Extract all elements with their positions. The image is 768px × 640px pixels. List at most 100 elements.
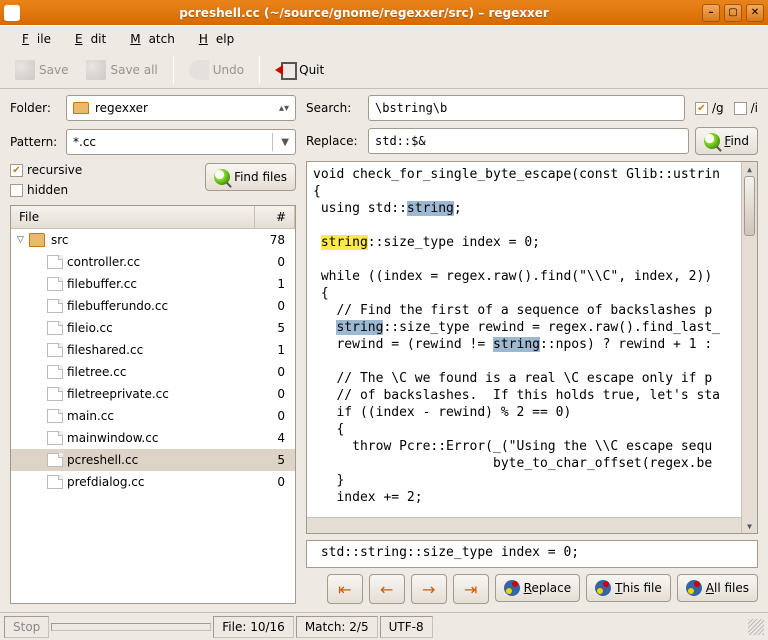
- folder-label: Folder:: [10, 101, 60, 115]
- hidden-checkbox[interactable]: hidden: [10, 183, 82, 197]
- quit-button[interactable]: Quit: [268, 55, 331, 85]
- titlebar: pcreshell.cc (~/source/gnome/regexxer/sr…: [0, 0, 768, 25]
- quit-icon: [275, 60, 295, 80]
- checkbox-icon: [734, 102, 747, 115]
- file-icon: [47, 365, 63, 379]
- vertical-scrollbar[interactable]: ▲▼: [741, 162, 757, 533]
- file-row[interactable]: filebufferundo.cc0: [11, 295, 295, 317]
- replace-preview: std::string::size_type index = 0;: [306, 540, 758, 568]
- replace-button[interactable]: Replace: [495, 574, 580, 602]
- stop-button[interactable]: Stop: [4, 616, 49, 638]
- scroll-down-icon[interactable]: ▼: [742, 519, 757, 533]
- status-encoding: UTF-8: [380, 616, 433, 638]
- file-icon: [47, 255, 63, 269]
- status-file: File: 10/16: [213, 616, 294, 638]
- all-files-button[interactable]: All files: [677, 574, 758, 602]
- scroll-up-icon[interactable]: ▲: [742, 162, 757, 176]
- replace-icon: [595, 580, 611, 596]
- pattern-value: *.cc: [73, 135, 96, 149]
- folder-icon: [29, 233, 45, 247]
- app-icon: [4, 5, 20, 21]
- file-row[interactable]: pcreshell.cc5: [11, 449, 295, 471]
- status-bar: Stop File: 10/16 Match: 2/5 UTF-8: [0, 612, 768, 640]
- file-icon: [47, 343, 63, 357]
- undo-icon: [189, 60, 209, 80]
- pattern-label: Pattern:: [10, 135, 60, 149]
- checkbox-icon: [10, 184, 23, 197]
- nav-prev-button[interactable]: ←: [369, 574, 405, 604]
- save-button[interactable]: Save: [8, 55, 75, 85]
- window-title: pcreshell.cc (~/source/gnome/regexxer/sr…: [26, 6, 702, 20]
- this-file-button[interactable]: This file: [586, 574, 671, 602]
- find-files-button[interactable]: Find files: [205, 163, 296, 191]
- horizontal-scrollbar[interactable]: [307, 517, 741, 533]
- file-icon: [47, 453, 63, 467]
- minimize-button[interactable]: –: [702, 4, 720, 22]
- menu-bar: File Edit Match Help: [0, 25, 768, 51]
- saveall-icon: [86, 60, 106, 80]
- maximize-button[interactable]: ▢: [724, 4, 742, 22]
- file-row[interactable]: mainwindow.cc4: [11, 427, 295, 449]
- scrollbar-thumb[interactable]: [744, 176, 755, 236]
- status-spacer: [51, 623, 211, 631]
- nav-last-button[interactable]: ⇥: [453, 574, 489, 604]
- file-row[interactable]: controller.cc0: [11, 251, 295, 273]
- replace-icon: [504, 580, 520, 596]
- search-input[interactable]: [368, 95, 685, 121]
- menu-help[interactable]: Help: [183, 28, 242, 50]
- folder-icon: [73, 102, 89, 114]
- file-icon: [47, 299, 63, 313]
- file-icon: [47, 431, 63, 445]
- left-pane: Folder: regexxer ▴▾ Pattern: *.cc ▼ recu…: [0, 89, 302, 610]
- file-icon: [47, 321, 63, 335]
- right-pane: Search: /g /i Replace: Find void check_f…: [302, 89, 768, 610]
- nav-first-button[interactable]: ⇤: [327, 574, 363, 604]
- file-row[interactable]: filetree.cc0: [11, 361, 295, 383]
- file-row[interactable]: filetreeprivate.cc0: [11, 383, 295, 405]
- pattern-combo[interactable]: *.cc ▼: [66, 129, 296, 155]
- find-button[interactable]: Find: [695, 127, 758, 155]
- undo-button[interactable]: Undo: [182, 55, 251, 85]
- nav-next-button[interactable]: →: [411, 574, 447, 604]
- flag-i-checkbox[interactable]: /i: [734, 101, 758, 115]
- column-file[interactable]: File: [11, 206, 255, 228]
- replace-label: Replace:: [306, 134, 362, 148]
- close-button[interactable]: ✕: [746, 4, 764, 22]
- file-list: File # ▽src78controller.cc0filebuffer.cc…: [10, 205, 296, 604]
- status-match: Match: 2/5: [296, 616, 378, 638]
- file-row[interactable]: filebuffer.cc1: [11, 273, 295, 295]
- search-label: Search:: [306, 101, 362, 115]
- file-row[interactable]: prefdialog.cc0: [11, 471, 295, 493]
- tree-root[interactable]: ▽src78: [11, 229, 295, 251]
- file-icon: [47, 277, 63, 291]
- menu-edit[interactable]: Edit: [59, 28, 114, 50]
- resize-grip[interactable]: [748, 619, 764, 635]
- replace-input[interactable]: [368, 128, 689, 154]
- file-list-header: File #: [11, 206, 295, 229]
- file-icon: [47, 475, 63, 489]
- chevron-updown-icon: ▴▾: [279, 103, 289, 114]
- search-icon: [704, 133, 720, 149]
- menu-file[interactable]: File: [6, 28, 59, 50]
- save-icon: [15, 60, 35, 80]
- toolbar: Save Save all Undo Quit: [0, 51, 768, 89]
- checkbox-icon: [695, 102, 708, 115]
- search-icon: [214, 169, 230, 185]
- replace-icon: [686, 580, 702, 596]
- file-row[interactable]: fileshared.cc1: [11, 339, 295, 361]
- checkbox-icon: [10, 164, 23, 177]
- saveall-button[interactable]: Save all: [79, 55, 164, 85]
- chevron-down-icon: ▼: [281, 137, 289, 148]
- separator: [259, 56, 260, 84]
- flag-g-checkbox[interactable]: /g: [695, 101, 724, 115]
- folder-combo[interactable]: regexxer ▴▾: [66, 95, 296, 121]
- recursive-checkbox[interactable]: recursive: [10, 163, 82, 177]
- column-count[interactable]: #: [255, 206, 295, 228]
- file-icon: [47, 387, 63, 401]
- menu-match[interactable]: Match: [114, 28, 183, 50]
- file-row[interactable]: main.cc0: [11, 405, 295, 427]
- separator: [173, 56, 174, 84]
- file-row[interactable]: fileio.cc5: [11, 317, 295, 339]
- file-icon: [47, 409, 63, 423]
- code-view[interactable]: void check_for_single_byte_escape(const …: [306, 161, 758, 534]
